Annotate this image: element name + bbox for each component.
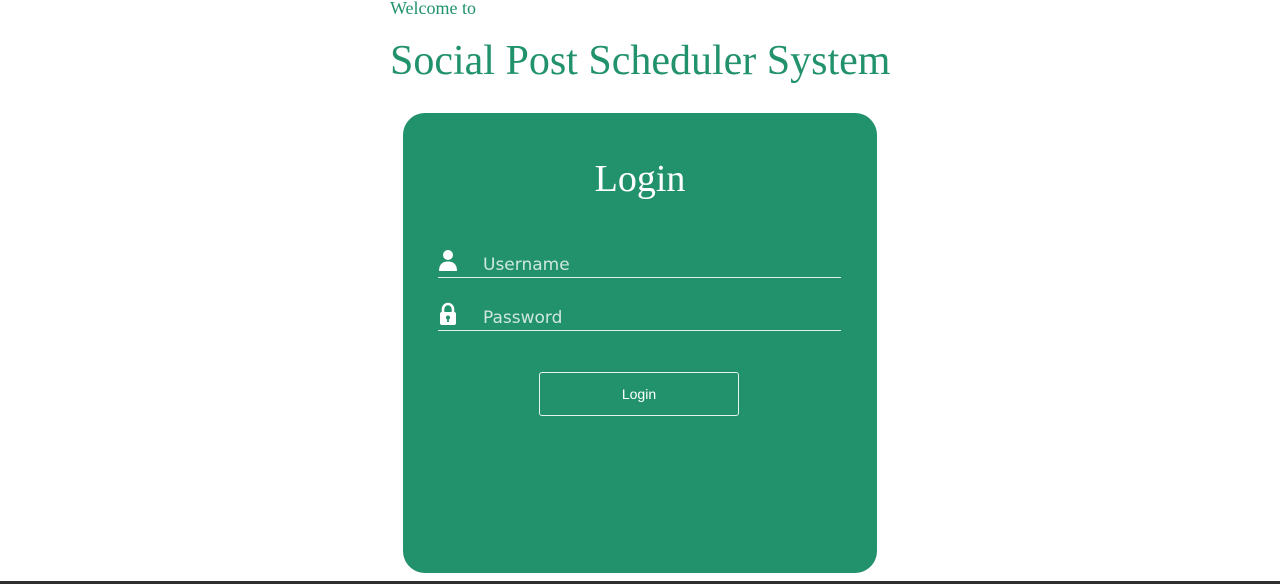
login-button[interactable]: Login: [539, 372, 739, 416]
username-field: [438, 245, 841, 278]
username-input[interactable]: [483, 253, 833, 277]
user-icon: [438, 249, 458, 273]
lock-icon: [438, 302, 458, 326]
password-input[interactable]: [483, 306, 833, 330]
login-heading: Login: [594, 158, 686, 200]
password-field: [438, 298, 841, 331]
welcome-text: Welcome to: [390, 0, 477, 18]
login-card: Login Login: [403, 113, 877, 573]
app-title: Social Post Scheduler System: [390, 38, 891, 84]
